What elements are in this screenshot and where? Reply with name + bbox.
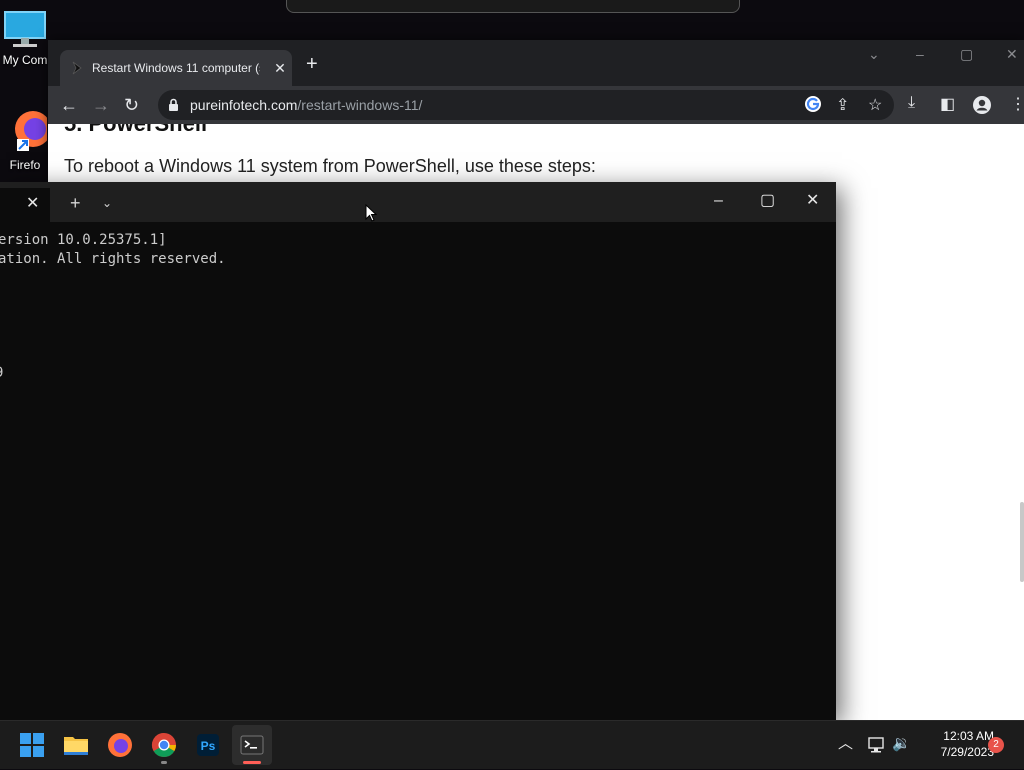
volume-icon[interactable]: 🔉 (892, 735, 911, 753)
reload-icon[interactable]: ↻ (124, 95, 139, 115)
folder-icon (64, 737, 88, 755)
tab-search-icon[interactable]: ⌄ (868, 46, 880, 63)
scrollbar-thumb[interactable] (1020, 502, 1024, 582)
desktop-icon-firefox[interactable]: Firefo (0, 105, 51, 172)
new-tab-button[interactable]: + (306, 54, 318, 74)
close-tab-icon[interactable]: ✕ (270, 58, 290, 78)
network-icon[interactable] (866, 736, 886, 754)
close-tab-icon[interactable]: ✕ (26, 196, 39, 212)
firefox-taskbar-button[interactable] (100, 725, 140, 765)
terminal-title-bar[interactable]: ✕ + ⌄ – ▢ ✕ (0, 182, 836, 222)
address-bar[interactable]: pureinfotech.com/restart-windows-11/ ⇪ ☆ (158, 90, 894, 120)
back-arrow-icon[interactable]: ← (60, 95, 78, 115)
terminal-output[interactable]: ersion 10.0.25375.1] ation. All rights r… (0, 222, 836, 720)
page-paragraph: To reboot a Windows 11 system from Power… (64, 156, 596, 176)
monitor-icon (4, 11, 46, 47)
notification-badge[interactable]: 2 (988, 737, 1004, 753)
terminal-taskbar-button[interactable] (232, 725, 272, 765)
system-clock[interactable]: 12:03 AM 7/29/2023 (916, 728, 994, 760)
lock-icon (169, 98, 178, 111)
firefox-icon (108, 733, 132, 757)
desktop-icon-my-computer[interactable]: My Com (0, 10, 50, 67)
windows-start-icon (20, 733, 44, 757)
running-indicator (161, 761, 167, 764)
maximize-icon[interactable]: ▢ (760, 193, 775, 209)
google-lens-icon[interactable] (804, 95, 822, 113)
terminal-tab[interactable]: ✕ (0, 188, 50, 222)
minimize-icon[interactable]: – (714, 193, 723, 209)
clock-date: 7/29/2023 (940, 745, 994, 759)
terminal-line: ation. All rights reserved. (0, 251, 226, 267)
bookmark-star-icon[interactable]: ☆ (868, 95, 882, 115)
photoshop-label: Ps (201, 739, 216, 753)
taskbar: Ps ︿ 🔉 12:03 AM 7/29/2023 2 (0, 720, 1024, 769)
photoshop-taskbar-button[interactable]: Ps (188, 725, 228, 765)
terminal-icon (240, 735, 264, 755)
photoshop-icon: Ps (197, 734, 219, 756)
chrome-icon (151, 733, 176, 758)
browser-tab-strip: Restart Windows 11 computer (s ✕ + ⌄ – ▢… (48, 40, 1024, 86)
download-icon[interactable]: ⤓ (908, 94, 915, 112)
close-window-icon[interactable]: ✕ (806, 193, 819, 209)
desktop-icon-label: My Com (2, 53, 48, 67)
profile-icon[interactable] (972, 95, 992, 115)
browser-toolbar: ← → ↻ pureinfotech.com/restart-windows-1… (48, 86, 1024, 124)
file-explorer-button[interactable] (56, 725, 96, 765)
chevron-up-icon[interactable]: ︿ (838, 735, 853, 753)
minimize-icon[interactable]: – (916, 46, 924, 62)
start-button[interactable] (12, 725, 52, 765)
close-window-icon[interactable]: ✕ (1006, 46, 1018, 63)
desktop-icon-label: Firefo (9, 158, 41, 172)
browser-tab-title: Restart Windows 11 computer (s (92, 61, 260, 75)
chrome-taskbar-button[interactable] (144, 725, 184, 765)
url-domain: pureinfotech.com (190, 97, 298, 113)
forward-arrow-icon[interactable]: → (92, 95, 110, 115)
new-tab-button[interactable]: + (70, 194, 81, 212)
browser-tab[interactable]: Restart Windows 11 computer (s ✕ (60, 50, 292, 86)
menu-kebab-icon[interactable]: ⋮ (1010, 94, 1024, 114)
page-heading: 5. PowerShell (64, 124, 207, 137)
clock-time: 12:03 AM (943, 729, 994, 743)
terminal-window: ✕ + ⌄ – ▢ ✕ ersion 10.0.25375.1] ation. … (0, 182, 836, 720)
mouse-cursor-icon (365, 204, 377, 222)
active-indicator (243, 761, 261, 764)
side-panel-icon[interactable]: ◧ (940, 94, 955, 114)
maximize-icon[interactable]: ▢ (960, 46, 973, 63)
terminal-line: 9 (0, 365, 3, 381)
terminal-line: ersion 10.0.25375.1] (0, 232, 167, 248)
desktop-search-bar[interactable] (286, 0, 740, 13)
favicon-icon (72, 61, 82, 75)
chevron-down-icon[interactable]: ⌄ (102, 194, 112, 212)
firefox-icon (15, 111, 51, 151)
url-path: /restart-windows-11/ (297, 97, 423, 113)
share-icon[interactable]: ⇪ (836, 95, 849, 115)
